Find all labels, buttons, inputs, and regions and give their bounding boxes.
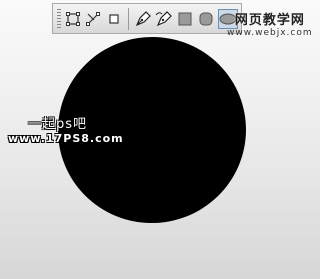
freeform-pen-icon xyxy=(155,10,173,26)
shape-tools-toolbar xyxy=(52,3,242,34)
watermark-17ps8-url: www.17PS8.com xyxy=(8,132,124,145)
path-select-button[interactable] xyxy=(64,9,82,29)
rectangle-icon xyxy=(178,12,192,25)
watermark-webjx-title: 网页教学网 xyxy=(234,13,305,28)
pen-icon xyxy=(136,10,152,26)
rounded-rectangle-icon xyxy=(199,12,213,25)
small-square-button[interactable] xyxy=(105,9,123,29)
path-select-icon xyxy=(65,11,80,26)
toolbar-grip[interactable] xyxy=(57,8,61,29)
watermark-17ps8: 一起ps吧 www.17PS8.com xyxy=(8,113,124,145)
toolbar-separator xyxy=(128,7,130,30)
watermark-webjx: 网页教学网 www.webjx.com xyxy=(227,9,313,38)
rectangle-button[interactable] xyxy=(176,9,194,29)
direct-select-icon xyxy=(86,11,101,26)
rounded-rectangle-button[interactable] xyxy=(197,9,215,29)
watermark-webjx-url: www.webjx.com xyxy=(227,28,313,38)
watermark-17ps8-title: 一起ps吧 xyxy=(28,117,88,132)
freeform-pen-button[interactable] xyxy=(155,9,173,29)
direct-select-button[interactable] xyxy=(84,9,102,29)
pen-button[interactable] xyxy=(134,9,152,29)
small-square-icon xyxy=(109,13,119,24)
